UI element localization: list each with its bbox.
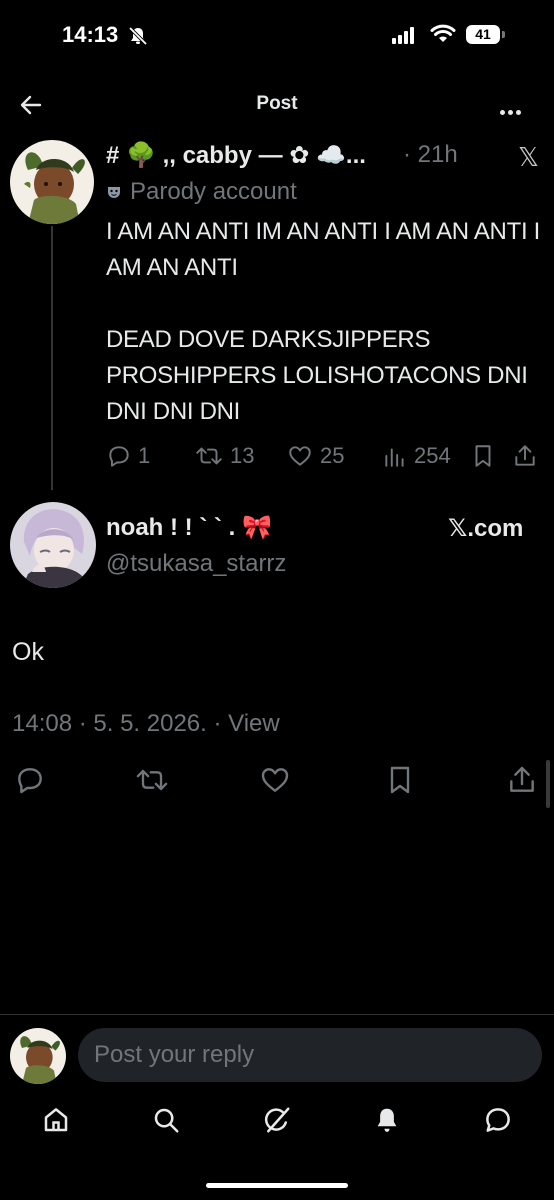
like-button[interactable]: 25 [286,443,344,469]
home-indicator [206,1183,348,1188]
share-icon[interactable] [506,764,538,796]
status-time: 14:13 [62,22,119,47]
nav-grok[interactable] [257,1100,297,1140]
views-count: 254 [414,443,451,468]
parody-text: Parody account [130,178,297,205]
post-actions [0,760,554,800]
avatar[interactable] [10,140,94,224]
more-icon[interactable] [500,102,524,120]
share-icon [515,445,535,466]
thread-line [51,226,53,490]
username[interactable]: @tsukasa_starrz [106,550,286,578]
battery-tip [502,31,505,38]
avatar [10,1028,66,1084]
reply-icon [109,446,129,467]
bookmark-icon[interactable] [384,764,416,796]
repost-count: 13 [230,443,255,468]
views-button[interactable]: 254 [382,443,451,469]
avatar[interactable] [10,502,96,588]
mask-icon [108,187,120,198]
post-actions: 1 13 25 254 [106,443,546,473]
source-link[interactable]: 𝕏.com [448,514,523,543]
reply-count: 1 [138,443,151,468]
reply-button[interactable]: 1 [106,443,150,469]
repost-button[interactable]: 13 [194,443,254,469]
signal-icon [392,26,416,44]
display-name[interactable]: noah ! ! ` ` . 🎀 [106,513,272,542]
page-title: Post [256,93,298,114]
views-icon [385,448,404,467]
heart-icon [289,446,311,466]
parody-label: Parody account [106,178,297,206]
share-button[interactable] [512,443,544,469]
home-icon [44,1108,68,1132]
post-text: I AM AN ANTI IM AN ANTI I AM AN ANTI I A… [106,218,541,425]
repost-icon [196,447,222,465]
wifi-icon [430,24,456,42]
post-time[interactable]: · 21h [403,141,458,169]
x-logo-icon[interactable]: 𝕏 [518,142,539,173]
reply-input[interactable] [78,1028,542,1082]
battery-icon: 41 [466,25,500,44]
bell-slash-icon [128,26,148,46]
heart-icon[interactable] [258,764,292,796]
like-count: 25 [320,443,345,468]
nav-search[interactable] [146,1100,186,1140]
nav-notifications[interactable] [367,1100,407,1140]
post-text: Ok [12,638,44,666]
scrollbar[interactable] [546,760,550,808]
repost-icon[interactable] [134,764,170,796]
bottom-nav [0,1100,554,1150]
nav-messages[interactable] [478,1100,518,1140]
reply-icon[interactable] [14,764,46,796]
search-icon [154,1108,179,1133]
bookmark-icon [475,445,491,467]
messages-icon [486,1108,510,1132]
display-name[interactable]: # 🌳 ,, cabby — ✿ ☁️... [106,141,366,170]
divider [0,1014,554,1015]
bookmark-button[interactable] [470,443,502,469]
grok-icon [264,1107,290,1133]
nav-home[interactable] [36,1100,76,1140]
post-meta[interactable]: 14:08 · 5. 5. 2026. · View [12,710,280,738]
notifications-icon [377,1108,397,1132]
